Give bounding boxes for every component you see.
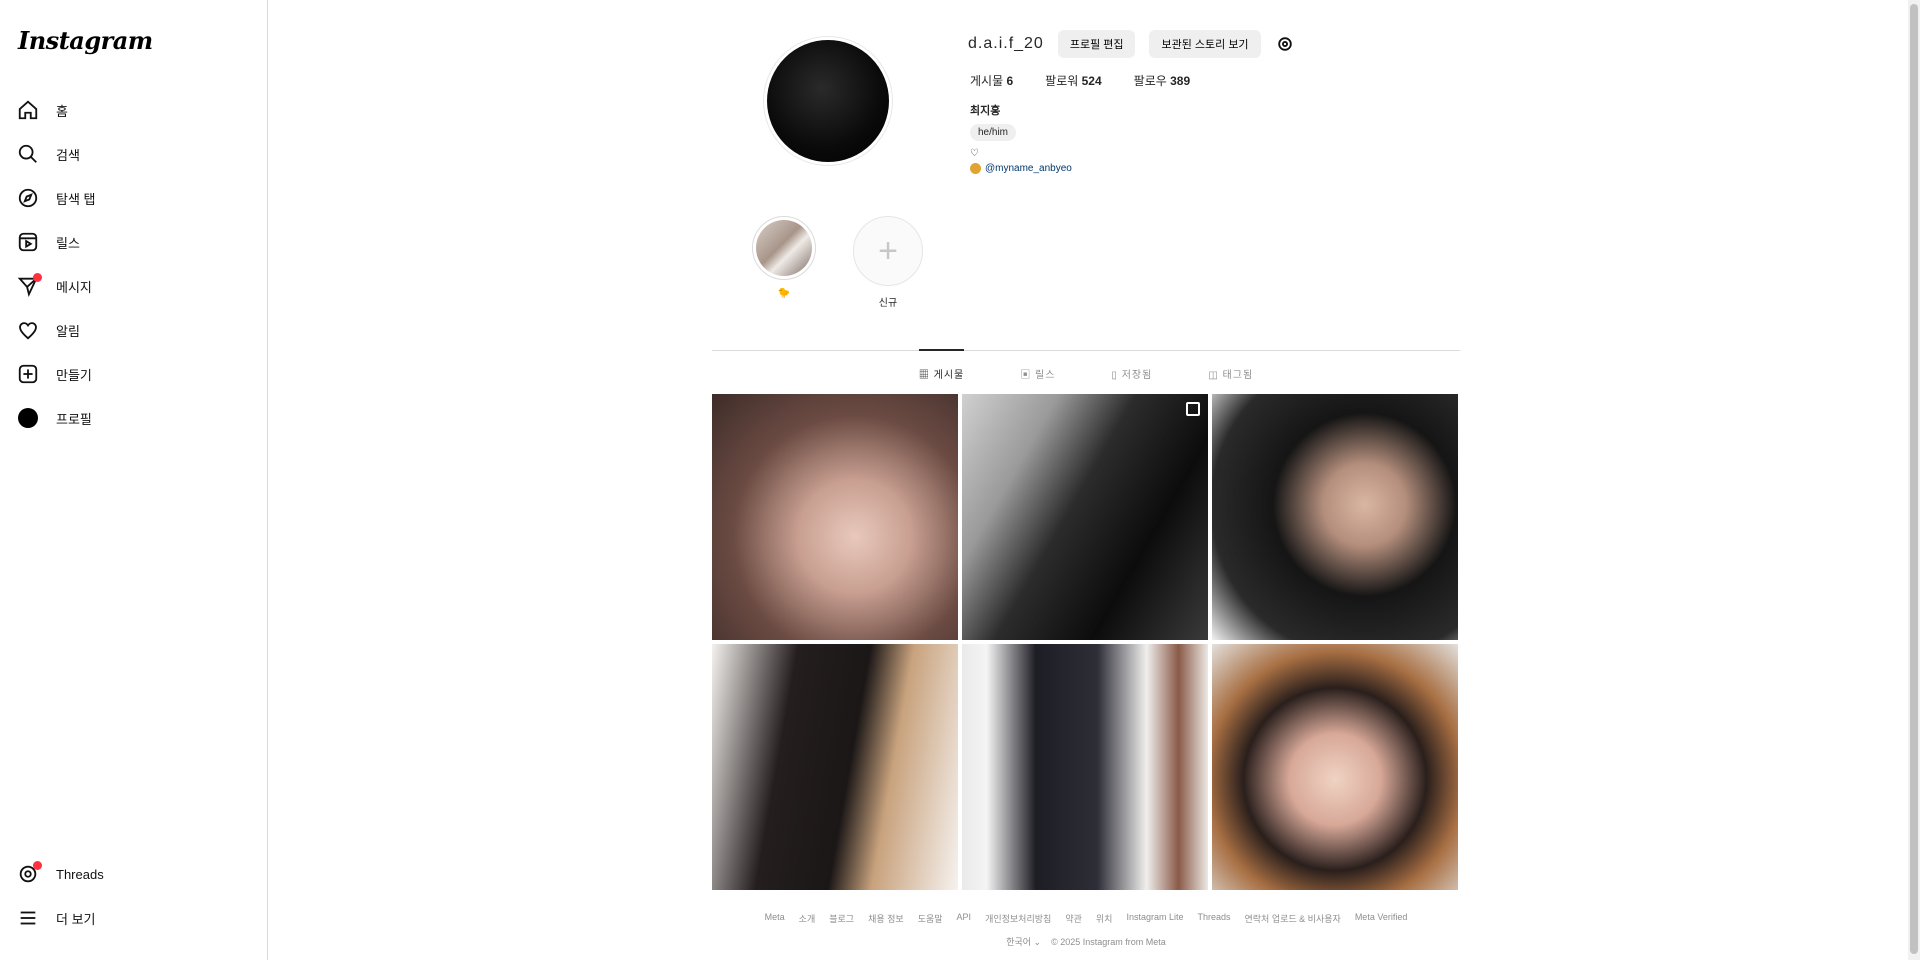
copyright: © 2025 Instagram from Meta [1051, 937, 1166, 947]
instagram-logo[interactable]: Instagram [18, 26, 153, 55]
post-thumbnail[interactable] [1212, 644, 1458, 890]
highlight-label: 🐤 [777, 288, 791, 299]
sidebar-item-profile[interactable]: 프로필 [16, 396, 256, 440]
footer-link[interactable]: 블로그 [829, 912, 854, 925]
footer-meta: 한국어 ⌄ © 2025 Instagram from Meta [712, 935, 1460, 948]
sidebar-item-label: 탐색 탭 [56, 191, 96, 207]
edit-profile-button[interactable]: 프로필 편집 [1057, 30, 1136, 58]
tab-reels[interactable]: ▣ 릴스 [1020, 350, 1055, 381]
reels-icon: ▣ [1020, 370, 1036, 381]
profile-stats: 게시물 6 팔로워 524 팔로우 389 [970, 72, 1190, 89]
view-archive-button[interactable]: 보관된 스토리 보기 [1149, 30, 1261, 58]
sidebar-bottom: Threads 더 보기 [16, 852, 256, 940]
pronoun-badge: he/him [970, 124, 1017, 141]
sidebar-item-label: 메시지 [56, 279, 92, 295]
sidebar-item-label: 릴스 [56, 235, 80, 251]
post-thumbnail[interactable] [712, 644, 958, 890]
sidebar-item-messages[interactable]: 메시지 [16, 264, 256, 308]
sidebar-item-notifications[interactable]: 알림 [16, 308, 256, 352]
search-icon [16, 142, 40, 166]
sidebar-item-create[interactable]: 만들기 [16, 352, 256, 396]
highlight-thumbnail [756, 220, 812, 276]
footer-link[interactable]: 약관 [1065, 912, 1082, 925]
footer-links: Meta 소개 블로그 채용 정보 도움말 API 개인정보처리방침 약관 위치… [712, 912, 1460, 925]
sidebar-item-label: 홈 [56, 103, 68, 119]
threads-link[interactable]: @myname_anbyeo [970, 163, 1072, 174]
sidebar-item-more[interactable]: 더 보기 [16, 896, 256, 940]
notification-badge [33, 861, 42, 870]
footer-link[interactable]: 연락처 업로드 & 비사용자 [1245, 912, 1341, 925]
posts-count: 게시물 6 [970, 74, 1014, 88]
threads-link-text: @myname_anbyeo [985, 163, 1072, 174]
tab-saved[interactable]: ▯ 저장됨 [1111, 350, 1152, 381]
settings-gear-icon[interactable] [1275, 34, 1295, 54]
menu-icon [16, 906, 40, 930]
threads-icon [16, 861, 42, 886]
compass-icon [16, 186, 40, 210]
footer-link[interactable]: Instagram Lite [1126, 912, 1183, 925]
heart-icon [16, 318, 40, 342]
scrollbar-thumb[interactable] [1910, 4, 1918, 954]
tag-icon: ◫ [1208, 370, 1223, 381]
avatar-icon [16, 406, 40, 430]
sidebar: Instagram 홈 검색 탐색 탭 릴스 메시지 알림 만들기 프로필 Th… [0, 0, 268, 960]
carousel-icon [1186, 402, 1200, 416]
create-icon [16, 362, 40, 386]
posts-grid [712, 394, 1460, 890]
footer-link[interactable]: 개인정보처리방침 [985, 912, 1051, 925]
threads-badge-icon [970, 163, 981, 174]
new-highlight-button[interactable]: + 신규 [852, 216, 924, 309]
footer-link[interactable]: 채용 정보 [868, 912, 904, 925]
post-thumbnail[interactable] [962, 394, 1208, 640]
reels-icon [16, 230, 40, 254]
sidebar-nav: 홈 검색 탐색 탭 릴스 메시지 알림 만들기 프로필 [16, 88, 256, 440]
highlight-label: 신규 [878, 298, 898, 309]
story-highlights: 🐤 + 신규 [748, 216, 924, 309]
home-icon [16, 98, 40, 122]
post-thumbnail[interactable] [962, 644, 1208, 890]
sidebar-item-label: 알림 [56, 323, 80, 339]
sidebar-item-home[interactable]: 홈 [16, 88, 256, 132]
notification-badge [33, 273, 42, 282]
messenger-icon [16, 273, 42, 298]
following-count[interactable]: 팔로우 389 [1134, 72, 1191, 89]
sidebar-item-label: 만들기 [56, 367, 92, 383]
bio-text: ♡ [970, 148, 979, 159]
followers-count[interactable]: 팔로워 524 [1045, 72, 1102, 89]
highlight-item[interactable]: 🐤 [748, 216, 820, 309]
profile-tabs: ▦ 게시물 ▣ 릴스 ▯ 저장됨 ◫ 태그됨 [712, 349, 1460, 381]
footer-link[interactable]: Meta [765, 912, 785, 925]
post-thumbnail[interactable] [1212, 394, 1458, 640]
grid-icon: ▦ [918, 370, 934, 381]
footer-link[interactable]: 도움말 [918, 912, 943, 925]
sidebar-item-label: 검색 [56, 147, 80, 163]
sidebar-item-explore[interactable]: 탐색 탭 [16, 176, 256, 220]
footer-link[interactable]: 위치 [1096, 912, 1113, 925]
footer-link[interactable]: 소개 [799, 912, 816, 925]
sidebar-item-reels[interactable]: 릴스 [16, 220, 256, 264]
plus-icon: + [853, 216, 923, 286]
full-name: 최지홍 [970, 105, 1001, 117]
profile-picture[interactable] [767, 40, 889, 162]
sidebar-item-search[interactable]: 검색 [16, 132, 256, 176]
sidebar-item-label: 프로필 [56, 411, 92, 427]
footer-link[interactable]: Threads [1197, 912, 1230, 925]
highlight-ring [752, 216, 816, 280]
footer-link[interactable]: Meta Verified [1355, 912, 1408, 925]
language-select[interactable]: 한국어 ⌄ [1006, 937, 1041, 947]
tab-posts[interactable]: ▦ 게시물 [918, 349, 965, 381]
footer-link[interactable]: API [957, 912, 972, 925]
profile-header: d.a.i.f_20 프로필 편집 보관된 스토리 보기 [968, 30, 1295, 58]
username: d.a.i.f_20 [968, 35, 1044, 52]
tab-tagged[interactable]: ◫ 태그됨 [1208, 350, 1253, 381]
footer: Meta 소개 블로그 채용 정보 도움말 API 개인정보처리방침 약관 위치… [712, 912, 1460, 948]
sidebar-item-label: Threads [56, 866, 104, 882]
sidebar-item-label: 더 보기 [56, 911, 96, 927]
post-thumbnail[interactable] [712, 394, 958, 640]
scrollbar[interactable] [1908, 0, 1920, 960]
bookmark-icon: ▯ [1111, 370, 1122, 381]
sidebar-item-threads[interactable]: Threads [16, 852, 256, 896]
